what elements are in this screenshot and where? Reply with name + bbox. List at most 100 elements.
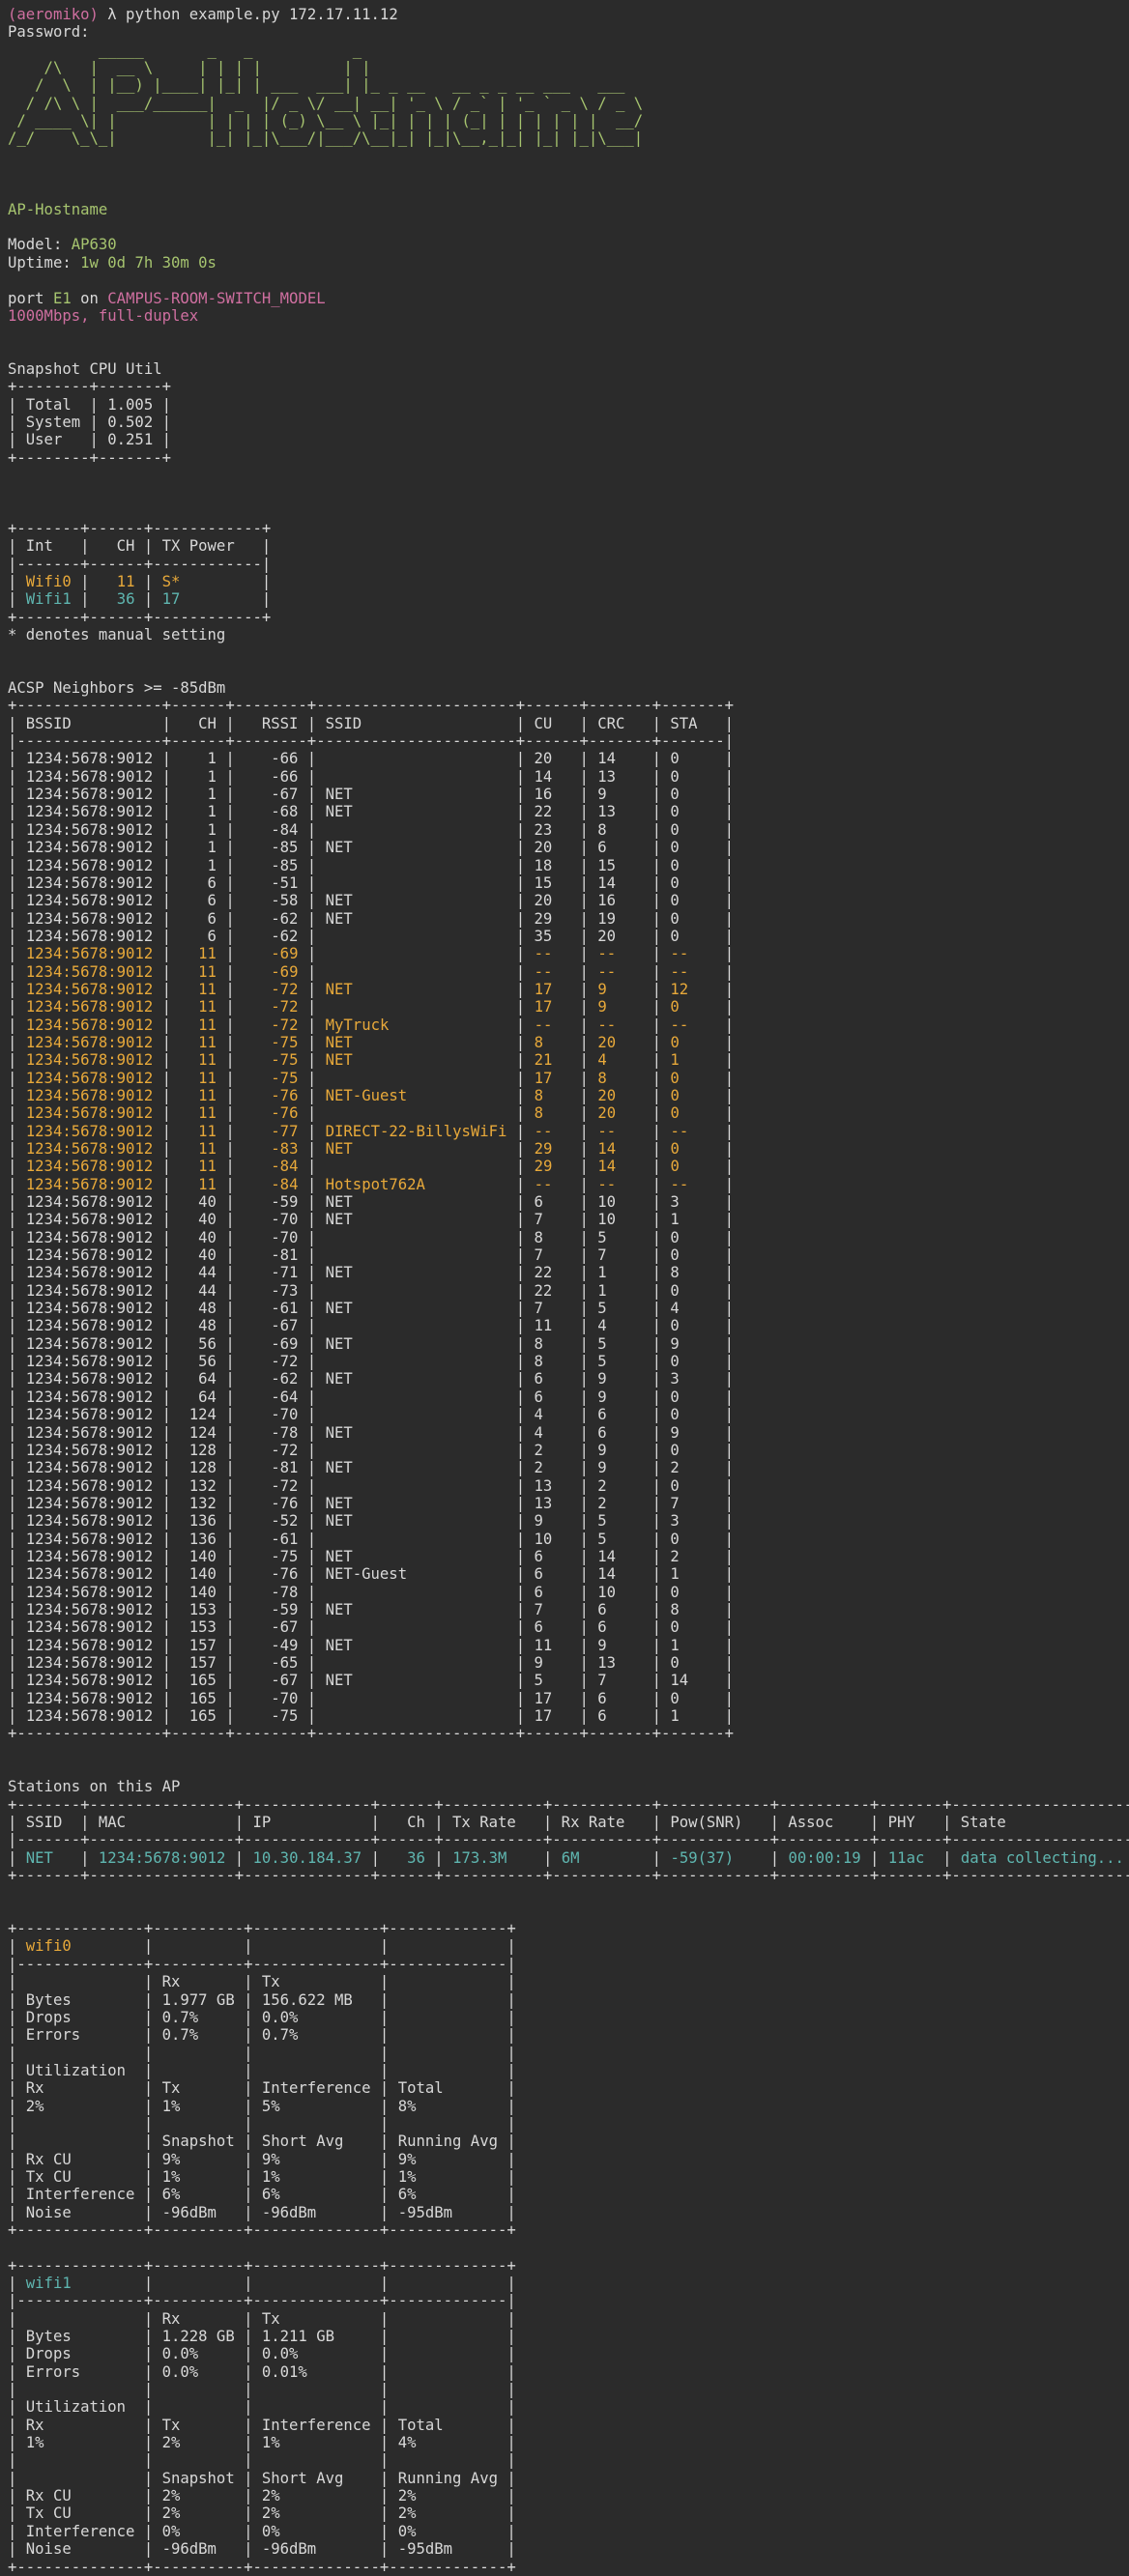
terminal-line: | | | | | [8, 2045, 1129, 2062]
terminal-text: | 1234:5678:9012 | 128 | -72 | | 2 | 9 |… [8, 1441, 735, 1459]
terminal-text: 11 [198, 962, 217, 981]
terminal-text: -- [597, 1122, 617, 1140]
terminal-text: 36 [116, 590, 135, 609]
terminal-text: | [216, 980, 272, 998]
terminal-line: | 1234:5678:9012 | 11 | -84 | Hotspot762… [8, 1176, 1129, 1193]
terminal-text: | [8, 1937, 26, 1956]
terminal-text: | Int | CH | TX Power | [8, 537, 272, 556]
terminal-text: | [407, 1086, 535, 1104]
terminal-line: | Tx CU | 1% | 1% | 1% | [8, 2168, 1129, 2186]
terminal-text: | 1234:5678:9012 | 56 | -72 | | 8 | 5 | … [8, 1353, 735, 1371]
terminal-line: port E1 on CAMPUS-ROOM-SWITCH_MODEL [8, 290, 1129, 307]
terminal-text: | [8, 962, 26, 981]
terminal-line: _____ _ _ _ [8, 42, 1129, 59]
terminal-text: NET [25, 1848, 53, 1867]
terminal-text: 17 [534, 1069, 553, 1087]
terminal-text: | Errors | 0.7% | 0.7% | | [8, 2026, 516, 2045]
terminal-text: | Tx CU | 2% | 2% | 2% | [8, 2504, 516, 2523]
terminal-text: | [298, 1175, 326, 1193]
terminal-text: 11 [198, 998, 217, 1016]
terminal-text: | 1234:5678:9012 | 136 | -61 | | 10 | 5 … [8, 1530, 735, 1548]
terminal-text: | 1234:5678:9012 | 136 | -52 | NET | 9 |… [8, 1512, 735, 1531]
terminal-line: |--------------+----------+-------------… [8, 2292, 1129, 2309]
terminal-text: | [552, 1069, 598, 1087]
terminal-text: | [542, 1033, 598, 1051]
terminal-text: | [679, 1069, 735, 1087]
terminal-text: | [8, 1140, 26, 1158]
terminal-line: | | | | | [8, 2381, 1129, 2398]
terminal-text: | | Snapshot | Short Avg | Running Avg | [8, 2132, 516, 2151]
terminal-line: Snapshot CPU Util [8, 360, 1129, 378]
terminal-text: MyTruck [325, 1016, 390, 1034]
terminal-text: | [552, 980, 598, 998]
terminal-line: | Interference | 6% | 6% | 6% | [8, 2186, 1129, 2203]
terminal-text: | [616, 945, 671, 963]
terminal-line: / \ | |__) |____| |_| | ___ ___| |_ _ __… [8, 76, 1129, 94]
terminal-line: | 1234:5678:9012 | 6 | -58 | NET | 20 | … [8, 892, 1129, 909]
terminal-text: | [679, 1140, 735, 1158]
terminal-text: | 1234:5678:9012 | 157 | -49 | NET | 11 … [8, 1636, 735, 1654]
terminal-text: 11 [198, 1140, 217, 1158]
terminal-line: | 1234:5678:9012 | 124 | -70 | | 4 | 6 |… [8, 1406, 1129, 1423]
terminal-text: 0 [670, 998, 680, 1016]
terminal-line: | 1234:5678:9012 | 48 | -67 | | 11 | 4 |… [8, 1317, 1129, 1334]
terminal-text: 1234:5678:9012 [25, 998, 154, 1016]
terminal-line: AP-Hostname [8, 201, 1129, 218]
terminal-text: -- [597, 945, 617, 963]
terminal-text: 11 [198, 1051, 217, 1070]
terminal-text: 1234:5678:9012 [25, 1122, 154, 1140]
terminal-text: 1234:5678:9012 [25, 1069, 154, 1087]
terminal-text: 0 [670, 1104, 680, 1123]
terminal-text: 36 [407, 1848, 425, 1867]
terminal-text: | [298, 1033, 326, 1051]
terminal-text: Model: [8, 236, 72, 254]
terminal-text: | 1234:5678:9012 | 140 | -75 | NET | 6 |… [8, 1547, 735, 1565]
terminal-text: | 1234:5678:9012 | 6 | -62 | NET | 29 | … [8, 909, 735, 928]
terminal-text: -75 [271, 1051, 299, 1070]
terminal-text: | 1234:5678:9012 | 1 | -68 | NET | 22 | … [8, 803, 735, 821]
terminal-text: 17 [161, 590, 181, 609]
terminal-text: | [153, 1140, 199, 1158]
terminal-text: | | Rx | Tx | | [8, 1973, 516, 1991]
terminal-line: | 1234:5678:9012 | 1 | -85 | | 18 | 15 |… [8, 857, 1129, 874]
terminal-text: 8 [534, 1033, 543, 1051]
terminal-text: | Drops | 0.7% | 0.0% | | [8, 2008, 516, 2026]
terminal-text: | [688, 980, 735, 998]
terminal-line: | SSID | MAC | IP | Ch | Tx Rate | Rx Ra… [8, 1814, 1129, 1831]
terminal-text: 1234:5678:9012 [25, 1158, 154, 1176]
terminal-output: (aeromiko) λ python example.py 172.17.11… [0, 0, 1129, 2576]
terminal-text: 11 [198, 1104, 217, 1123]
terminal-text: | | [298, 1069, 535, 1087]
terminal-text: | 1234:5678:9012 | 40 | -81 | | 7 | 7 | … [8, 1246, 735, 1265]
terminal-line: +--------------+----------+-------------… [8, 1920, 1129, 1937]
terminal-text: | [216, 1051, 272, 1070]
terminal-text: | [298, 1016, 326, 1034]
terminal-text: | [153, 980, 199, 998]
terminal-text: Snapshot CPU Util [8, 359, 162, 378]
terminal-text: | [298, 1122, 326, 1140]
terminal-line: | Wifi0 | 11 | S* | [8, 573, 1129, 590]
terminal-text: | 1234:5678:9012 | 44 | -71 | NET | 22 |… [8, 1264, 735, 1282]
terminal-text: 1234:5678:9012 [25, 1051, 154, 1070]
terminal-text: | [134, 573, 162, 590]
terminal-text: | [606, 998, 671, 1016]
terminal-text: | [134, 590, 162, 609]
terminal-text: | [616, 1086, 671, 1104]
terminal-text: | [616, 1140, 671, 1158]
terminal-text: | [153, 1051, 199, 1070]
terminal-text: | [389, 1016, 535, 1034]
terminal-text: 29 [534, 1158, 553, 1176]
terminal-text: | | | | | [8, 2381, 516, 2399]
terminal-text: -- [534, 1175, 553, 1193]
terminal-text: | [679, 1051, 735, 1070]
terminal-text: | [225, 1848, 253, 1867]
terminal-line: | 1234:5678:9012 | 136 | -61 | | 10 | 5 … [8, 1531, 1129, 1548]
terminal-text: | [616, 1122, 671, 1140]
terminal-line: | 1234:5678:9012 | 56 | -72 | | 8 | 5 | … [8, 1353, 1129, 1370]
terminal-text: | [8, 573, 26, 590]
